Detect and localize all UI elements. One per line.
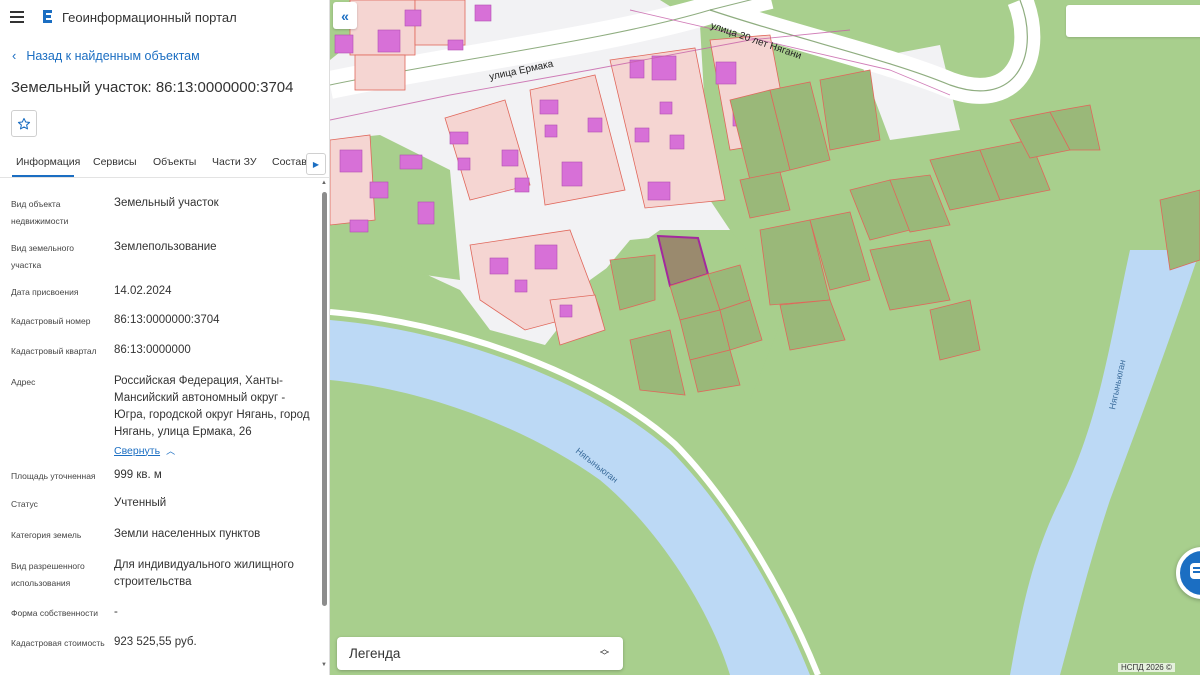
cad-number-value: 86:13:0000000:3704 xyxy=(114,314,220,326)
address-value: Российская Федерация, Ханты-Мансийский а… xyxy=(114,375,310,438)
map-canvas[interactable]: улица Ермака улица 20 лет Нягани Нягынью… xyxy=(330,0,1200,675)
category-label: Категория земель xyxy=(11,530,82,540)
active-tab-indicator xyxy=(12,175,74,177)
star-icon xyxy=(17,117,31,129)
status-value: Учтенный xyxy=(114,497,167,509)
top-bar: Геоинформационный портал xyxy=(0,0,329,34)
legend-label: Легенда xyxy=(349,646,401,661)
tabs-scroll-right-button[interactable]: ▶ xyxy=(306,153,326,175)
chevron-right-icon: ▶ xyxy=(312,159,320,169)
cad-cost-label: Кадастровая стоимость xyxy=(11,638,105,648)
sidebar-scrollbar[interactable]: ▲ ▼ xyxy=(320,178,328,675)
ownership-label: Форма собственности xyxy=(11,608,98,618)
favorite-button[interactable] xyxy=(11,110,37,137)
object-type-value: Земельный участок xyxy=(114,197,219,209)
permitted-use-value: Для индивидуального жилищного строительс… xyxy=(114,559,294,588)
map-search-box[interactable] xyxy=(1066,5,1200,37)
land-type-value: Землепользование xyxy=(114,241,217,253)
chevron-left-icon: ‹ xyxy=(12,48,17,63)
collapse-panel-button[interactable]: « xyxy=(333,2,357,29)
river xyxy=(1010,250,1200,675)
scroll-thumb[interactable] xyxy=(322,192,327,606)
chevron-up-icon: ︿ xyxy=(166,446,176,456)
portal-logo-icon xyxy=(43,10,52,23)
object-type-label: Вид объекта недвижимости xyxy=(11,199,69,226)
cad-number-label: Кадастровый номер xyxy=(11,316,91,326)
assign-date-value: 14.02.2024 xyxy=(114,285,172,297)
cad-quarter-value: 86:13:0000000 xyxy=(114,344,191,356)
category-value: Земли населенных пунктов xyxy=(114,528,261,540)
tab-objects[interactable]: Объекты xyxy=(153,156,196,168)
tab-composition[interactable]: Состав xyxy=(272,156,307,168)
info-tabs: Информация Сервисы Объекты Части ЗУ Сост… xyxy=(0,150,329,178)
collapse-address-link[interactable]: Свернуть ︿ xyxy=(114,444,175,457)
tab-land-parts[interactable]: Части ЗУ xyxy=(212,156,257,168)
permitted-use-label: Вид разрешенного использования xyxy=(11,561,85,588)
chat-button[interactable] xyxy=(1176,547,1200,599)
scroll-down-icon[interactable]: ▼ xyxy=(321,662,327,668)
side-panel: Геоинформационный портал ‹ Назад к найде… xyxy=(0,0,330,675)
back-link-label: Назад к найденным объектам xyxy=(26,48,200,63)
address-label: Адрес xyxy=(11,377,36,387)
menu-icon[interactable] xyxy=(10,11,26,23)
map-layer: улица Ермака улица 20 лет Нягани Нягынью… xyxy=(330,0,1200,675)
assign-date-label: Дата присвоения xyxy=(11,287,79,297)
collapse-label: Свернуть xyxy=(114,444,161,457)
status-label: Статус xyxy=(11,499,38,509)
scroll-up-icon[interactable]: ▲ xyxy=(321,180,327,186)
chat-icon xyxy=(1190,563,1200,579)
area-label: Площадь уточненная xyxy=(11,471,96,481)
tab-services[interactable]: Сервисы xyxy=(93,156,137,168)
tab-information[interactable]: Информация xyxy=(16,156,80,168)
ownership-value: - xyxy=(114,606,118,618)
parcel-title: Земельный участок: 86:13:0000000:3704 xyxy=(11,79,294,96)
map-copyright: НСПД 2026 © xyxy=(1118,663,1175,672)
portal-title: Геоинформационный портал xyxy=(62,9,237,25)
land-type-label: Вид земельного участка xyxy=(11,243,75,270)
area-value: 999 кв. м xyxy=(114,469,162,481)
cad-cost-value: 923 525,55 руб. xyxy=(114,636,197,648)
back-to-results-link[interactable]: ‹ Назад к найденным объектам xyxy=(12,48,200,63)
legend-dropdown[interactable]: Легенда ︿ ﹀ xyxy=(337,637,623,670)
double-chevron-left-icon: « xyxy=(341,7,349,24)
up-down-chevron-icon: ︿ ﹀ xyxy=(599,644,609,661)
cad-quarter-label: Кадастровый квартал xyxy=(11,346,97,356)
